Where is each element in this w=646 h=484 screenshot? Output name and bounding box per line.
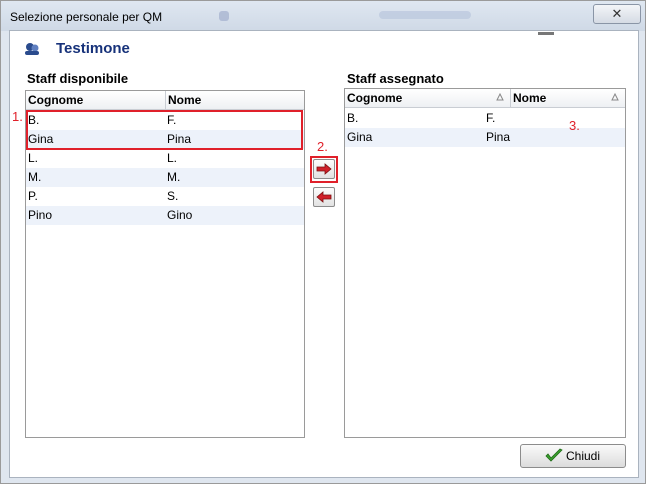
cell-cognome: P. bbox=[28, 189, 38, 203]
window-close-button[interactable]: ✕ bbox=[593, 4, 641, 24]
checkmark-icon bbox=[545, 448, 563, 462]
table-row[interactable]: Gina Pina bbox=[345, 128, 625, 147]
move-left-button[interactable] bbox=[313, 187, 335, 207]
cell-nome: F. bbox=[486, 111, 496, 125]
header-divider bbox=[538, 32, 554, 35]
arrow-left-icon bbox=[316, 191, 332, 203]
column-header-nome-label: Nome bbox=[513, 91, 547, 105]
selection-highlight-box bbox=[26, 110, 303, 150]
table-row[interactable]: B. F. bbox=[345, 109, 625, 128]
cell-nome: Pina bbox=[486, 130, 511, 144]
column-header-nome[interactable]: Nome bbox=[165, 91, 304, 109]
blurred-title-text bbox=[379, 11, 471, 19]
sort-icon bbox=[611, 93, 619, 101]
chiudi-button[interactable]: Chiudi bbox=[520, 444, 626, 468]
cell-cognome: B. bbox=[347, 111, 359, 125]
cell-nome: Gino bbox=[167, 208, 193, 222]
annotation-3: 3. bbox=[569, 118, 580, 133]
available-staff-label: Staff disponibile bbox=[27, 71, 129, 86]
move-right-button[interactable] bbox=[313, 159, 335, 179]
grid-header: Cognome Nome bbox=[345, 89, 625, 108]
staff-icon bbox=[25, 43, 39, 55]
section-title: Testimone bbox=[56, 40, 130, 57]
column-header-nome[interactable]: Nome bbox=[510, 89, 625, 107]
grid-header: Cognome Nome bbox=[26, 91, 304, 110]
title-bar: Selezione personale per QM ✕ bbox=[1, 1, 645, 31]
cell-cognome: Pino bbox=[28, 208, 53, 222]
annotation-1: 1. bbox=[12, 109, 23, 124]
column-header-cognome-label: Cognome bbox=[347, 91, 403, 105]
cell-nome: M. bbox=[167, 170, 181, 184]
assigned-staff-label: Staff assegnato bbox=[347, 71, 444, 86]
cell-cognome: L. bbox=[28, 151, 39, 165]
table-row[interactable]: Pino Gino bbox=[26, 206, 304, 225]
chiudi-label: Chiudi bbox=[566, 449, 601, 463]
dialog-window: Selezione personale per QM ✕ Testimone S… bbox=[0, 0, 646, 484]
cell-cognome: M. bbox=[28, 170, 42, 184]
table-row[interactable]: M. M. bbox=[26, 168, 304, 187]
cell-nome: L. bbox=[167, 151, 178, 165]
table-row[interactable]: L. L. bbox=[26, 149, 304, 168]
arrow-right-icon bbox=[316, 163, 332, 175]
sort-icon bbox=[496, 93, 504, 101]
dialog-content: Testimone Staff disponibile Cognome Nome… bbox=[9, 30, 639, 478]
annotation-2: 2. bbox=[317, 139, 328, 154]
cell-cognome: Gina bbox=[347, 130, 373, 144]
table-row[interactable]: P. S. bbox=[26, 187, 304, 206]
cell-nome: S. bbox=[167, 189, 179, 203]
window-title: Selezione personale per QM bbox=[10, 10, 163, 24]
column-header-cognome[interactable]: Cognome bbox=[345, 89, 510, 107]
column-header-cognome[interactable]: Cognome bbox=[26, 91, 165, 109]
blurred-icon bbox=[219, 11, 229, 21]
assigned-staff-grid[interactable]: Cognome Nome B. F. Gina Pina bbox=[344, 88, 626, 438]
